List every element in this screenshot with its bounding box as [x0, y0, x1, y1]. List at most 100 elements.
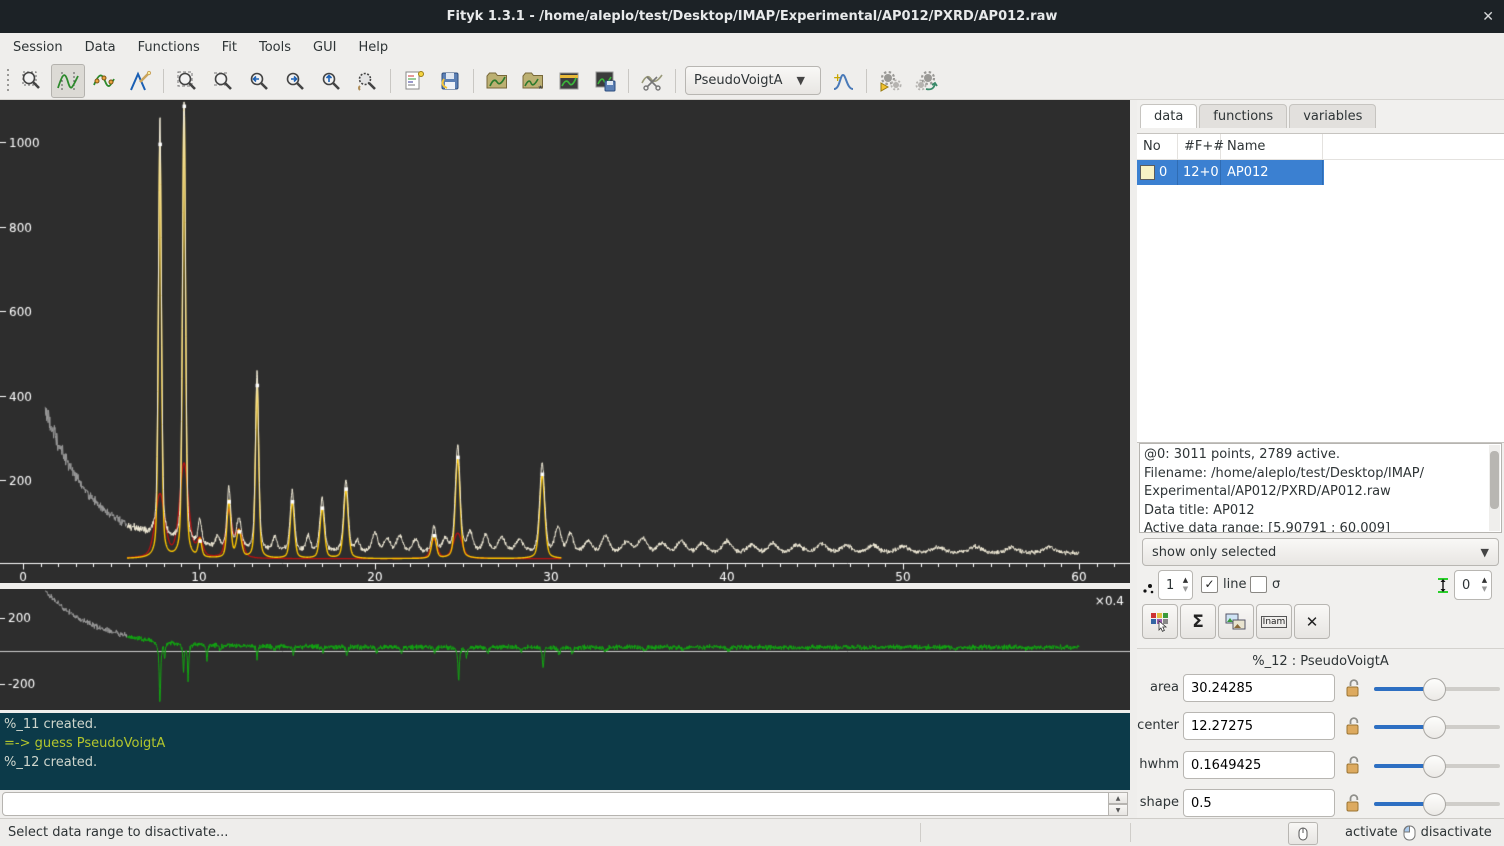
point-size-spinner[interactable]: 1▲▼ — [1158, 570, 1193, 600]
lock-icon[interactable] — [1345, 794, 1362, 817]
delete-button[interactable]: ✕ — [1294, 604, 1330, 639]
range-mode-icon[interactable] — [51, 64, 85, 98]
hwhm-slider[interactable] — [1374, 764, 1500, 768]
command-input[interactable] — [2, 792, 1112, 816]
display-mode-dropdown[interactable]: show only selected ▼ — [1142, 538, 1499, 566]
param-row-center: center — [1137, 712, 1504, 742]
save-session-icon[interactable] — [433, 64, 467, 98]
menu-data[interactable]: Data — [74, 33, 127, 62]
add-peak-mode-icon[interactable] — [123, 64, 157, 98]
dataset-checkbox[interactable] — [1140, 165, 1155, 180]
vertical-splitter[interactable] — [1130, 100, 1137, 818]
edit-script-icon[interactable] — [397, 64, 431, 98]
menu-functions[interactable]: Functions — [127, 33, 211, 62]
zoom-select-icon[interactable] — [15, 64, 49, 98]
line-checkbox[interactable]: ✓line — [1201, 576, 1246, 593]
slider-handle[interactable] — [1423, 793, 1446, 816]
residual-plot-canvas[interactable] — [0, 589, 1130, 710]
spin-up-icon[interactable]: ▲ — [1478, 576, 1491, 585]
dataset-row[interactable]: 0 12+0 AP012 — [1137, 160, 1324, 185]
slider-handle[interactable] — [1423, 716, 1446, 739]
shape-field[interactable] — [1183, 789, 1335, 817]
function-type-dropdown[interactable]: PseudoVoigtA ▼ — [685, 66, 821, 95]
menu-gui[interactable]: GUI — [302, 33, 347, 62]
hwhm-field[interactable] — [1183, 751, 1335, 779]
close-window-icon[interactable]: ✕ — [1482, 0, 1494, 33]
column-header-name: Name — [1221, 134, 1323, 159]
zoom-left-icon[interactable] — [242, 64, 276, 98]
run-fit-icon[interactable] — [873, 64, 907, 98]
zoom-vertical-icon[interactable] — [206, 64, 240, 98]
load-data-sum-icon[interactable] — [516, 64, 550, 98]
dataset-info-box[interactable]: @0: 3011 points, 2789 active. Filename: … — [1139, 443, 1502, 533]
mouse-hint-button[interactable] — [1288, 822, 1318, 845]
mouse-mode-hints: activate disactivate — [1345, 819, 1492, 846]
status-separator — [920, 823, 921, 842]
save-data-icon[interactable] — [588, 64, 622, 98]
menu-fit[interactable]: Fit — [211, 33, 248, 62]
color-grid-icon — [1150, 612, 1170, 632]
area-field[interactable] — [1183, 674, 1335, 702]
center-slider[interactable] — [1374, 725, 1500, 729]
spin-down-icon[interactable]: ▼ — [1478, 585, 1491, 594]
inam-icon: Inam — [1261, 616, 1288, 628]
menu-tools[interactable]: Tools — [248, 33, 302, 62]
area-slider[interactable] — [1374, 687, 1500, 691]
shape-slider[interactable] — [1374, 802, 1500, 806]
dataset-list-header: No #F+# Name — [1137, 134, 1504, 160]
load-data-icon[interactable] — [480, 64, 514, 98]
info-scrollbar[interactable] — [1489, 445, 1500, 531]
param-row-area: area — [1137, 674, 1504, 704]
point-size-icon — [1142, 580, 1156, 596]
dataset-list[interactable]: No #F+# Name 0 12+0 AP012 — [1137, 133, 1504, 443]
spin-up-icon[interactable]: ▲ — [1108, 792, 1128, 804]
mouse-buttons-icon — [1402, 825, 1417, 841]
lock-icon[interactable] — [1345, 756, 1362, 779]
checkbox-checked-icon[interactable]: ✓ — [1201, 576, 1218, 593]
lock-icon[interactable] — [1345, 679, 1362, 702]
auto-add-icon[interactable]: + — [826, 64, 860, 98]
slider-handle[interactable] — [1423, 678, 1446, 701]
zoom-up-icon[interactable] — [314, 64, 348, 98]
data-transform-icon[interactable] — [635, 64, 669, 98]
menu-help[interactable]: Help — [347, 33, 399, 62]
plot-style-button[interactable] — [1142, 604, 1178, 639]
zoom-right-icon[interactable] — [278, 64, 312, 98]
command-row: ▲▼ — [0, 790, 1130, 818]
command-history-spinner[interactable]: ▲▼ — [1108, 792, 1128, 816]
center-field[interactable] — [1183, 712, 1335, 740]
point-size-value: 1 — [1159, 571, 1179, 599]
data-shift-spinner[interactable]: 0▲▼ — [1454, 570, 1492, 600]
tab-functions[interactable]: functions — [1199, 104, 1287, 128]
spin-down-icon[interactable]: ▼ — [1179, 585, 1192, 594]
add-point-mode-icon[interactable] — [87, 64, 121, 98]
slider-handle[interactable] — [1423, 755, 1446, 778]
checkbox-unchecked-icon[interactable] — [1250, 576, 1267, 593]
main-plot-canvas[interactable] — [0, 100, 1130, 583]
name-button[interactable]: Inam — [1256, 604, 1292, 639]
scrollbar-thumb[interactable] — [1490, 451, 1499, 509]
zoom-all-icon[interactable] — [170, 64, 204, 98]
menu-session[interactable]: Session — [2, 33, 74, 62]
activate-hint-label: activate — [1345, 825, 1398, 840]
tab-data[interactable]: data — [1140, 104, 1197, 128]
compare-button[interactable] — [1218, 604, 1254, 639]
lock-icon[interactable] — [1345, 717, 1362, 740]
info-line: Active data range: [5.90791 ; 60.009] — [1144, 520, 1497, 533]
param-label: center — [1137, 718, 1179, 733]
menubar: Session Data Functions Fit Tools GUI Hel… — [0, 33, 1504, 62]
status-separator — [1130, 823, 1131, 842]
sum-button[interactable]: Σ — [1180, 604, 1216, 639]
undo-fit-icon[interactable] — [909, 64, 943, 98]
separator — [1137, 648, 1504, 649]
sigma-checkbox[interactable]: σ — [1250, 576, 1280, 593]
tab-variables[interactable]: variables — [1289, 104, 1376, 128]
spin-up-icon[interactable]: ▲ — [1179, 576, 1192, 585]
console-line: %_12 created. — [4, 753, 1126, 772]
edit-data-icon[interactable] — [552, 64, 586, 98]
spin-down-icon[interactable]: ▼ — [1108, 804, 1128, 816]
zoom-history-icon[interactable] — [350, 64, 384, 98]
chevron-down-icon: ▼ — [797, 74, 805, 87]
output-console[interactable]: %_11 created. =-> guess PseudoVoigtA %_1… — [0, 713, 1130, 790]
display-mode-value: show only selected — [1152, 545, 1276, 560]
